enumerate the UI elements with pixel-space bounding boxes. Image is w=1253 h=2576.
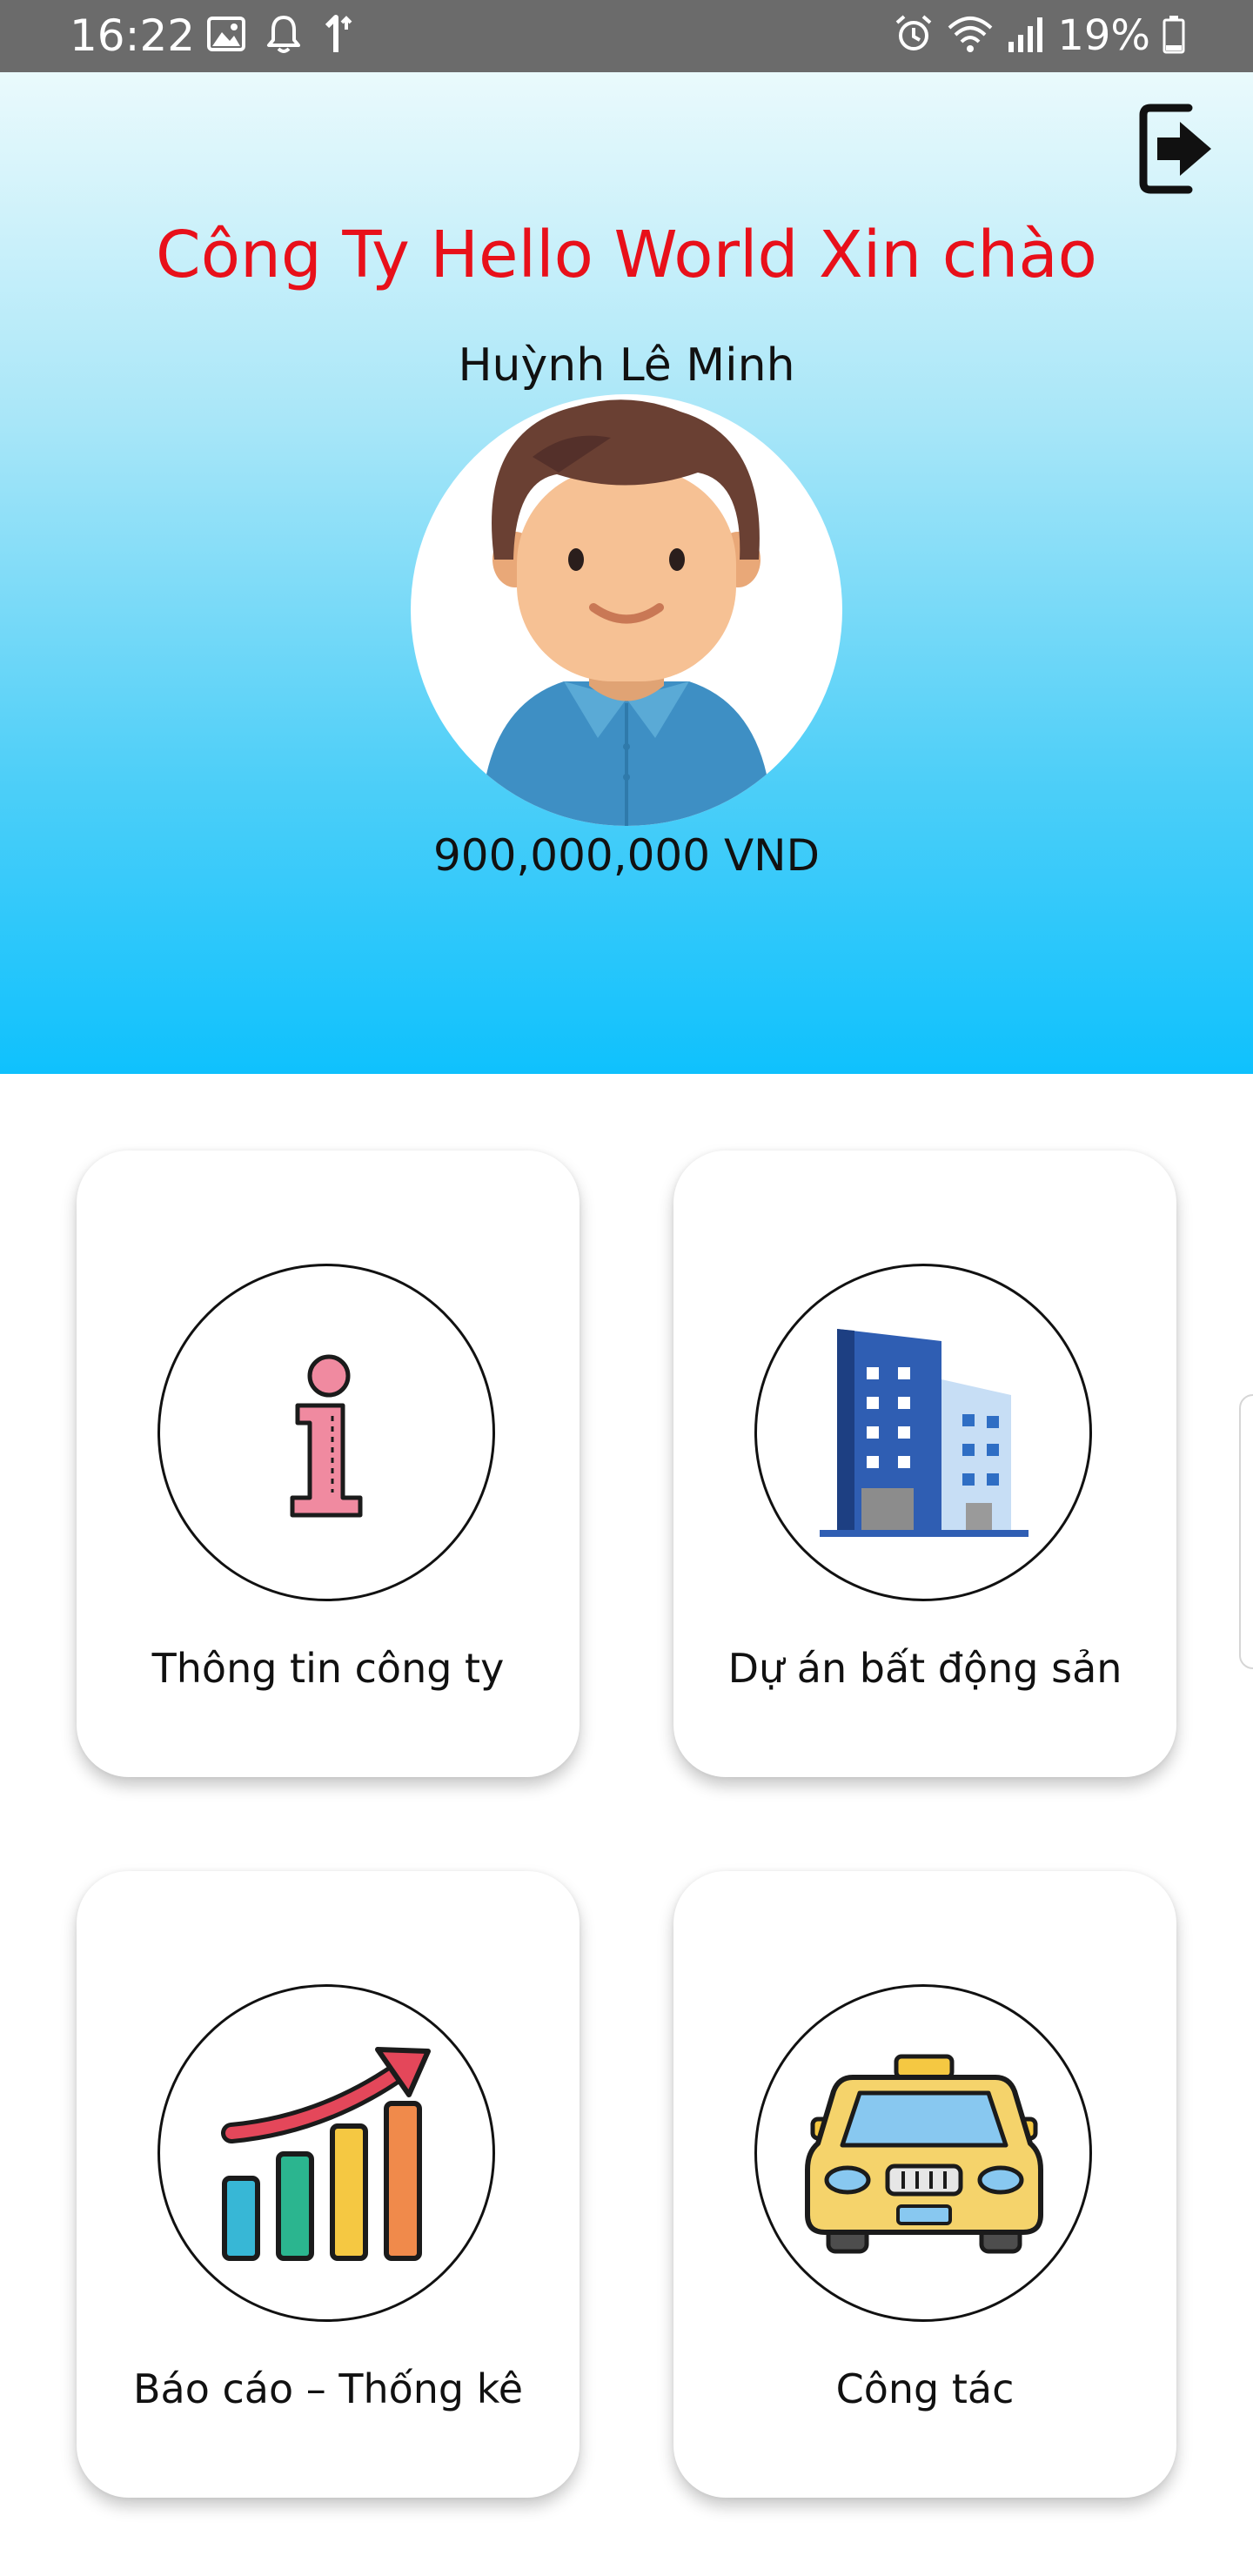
signal-icon bbox=[1007, 14, 1045, 57]
bell-icon bbox=[266, 14, 301, 57]
business-trip-icon-circle bbox=[754, 1984, 1092, 2322]
company-title: Công Ty Hello World Xin chào bbox=[156, 218, 1097, 292]
battery-percent: 19% bbox=[1057, 11, 1150, 60]
business-trip-label: Công tác bbox=[835, 2365, 1015, 2412]
company-info-icon-circle bbox=[157, 1264, 495, 1601]
logout-icon bbox=[1139, 104, 1211, 194]
reports-tile[interactable]: Báo cáo – Thống kê bbox=[77, 1871, 580, 2498]
reports-icon-circle bbox=[157, 1984, 495, 2322]
wifi-icon bbox=[946, 14, 995, 57]
status-time: 16:22 bbox=[70, 10, 196, 61]
buildings-icon bbox=[820, 1329, 1029, 1537]
status-bar: 16:22 19% bbox=[0, 0, 1253, 72]
user-name: Huỳnh Lê Minh bbox=[458, 339, 795, 392]
account-balance: 900,000,000 VND bbox=[432, 830, 821, 881]
image-icon bbox=[207, 17, 245, 55]
status-right: 19% bbox=[894, 9, 1185, 63]
alarm-icon bbox=[894, 14, 934, 57]
taxi-icon bbox=[805, 2054, 1043, 2254]
status-left-icons bbox=[207, 14, 357, 57]
data-icon bbox=[322, 14, 357, 57]
business-trip-tile[interactable]: Công tác bbox=[673, 1871, 1176, 2498]
bar-chart-icon bbox=[221, 2047, 431, 2261]
profile-header: Công Ty Hello World Xin chào Huỳnh Lê Mi… bbox=[0, 72, 1253, 1074]
logout-button[interactable] bbox=[1138, 101, 1216, 197]
real-estate-tile[interactable]: Dự án bất động sản bbox=[673, 1150, 1176, 1777]
real-estate-icon-circle bbox=[754, 1264, 1092, 1601]
avatar bbox=[411, 394, 842, 826]
company-info-tile[interactable]: Thông tin công ty bbox=[77, 1150, 580, 1777]
battery-icon bbox=[1163, 14, 1185, 57]
edge-panel-handle[interactable] bbox=[1239, 1394, 1253, 1669]
company-info-label: Thông tin công ty bbox=[151, 1645, 505, 1692]
reports-label: Báo cáo – Thống kê bbox=[132, 2365, 524, 2412]
info-icon bbox=[290, 1354, 363, 1518]
real-estate-label: Dự án bất động sản bbox=[727, 1645, 1122, 1692]
